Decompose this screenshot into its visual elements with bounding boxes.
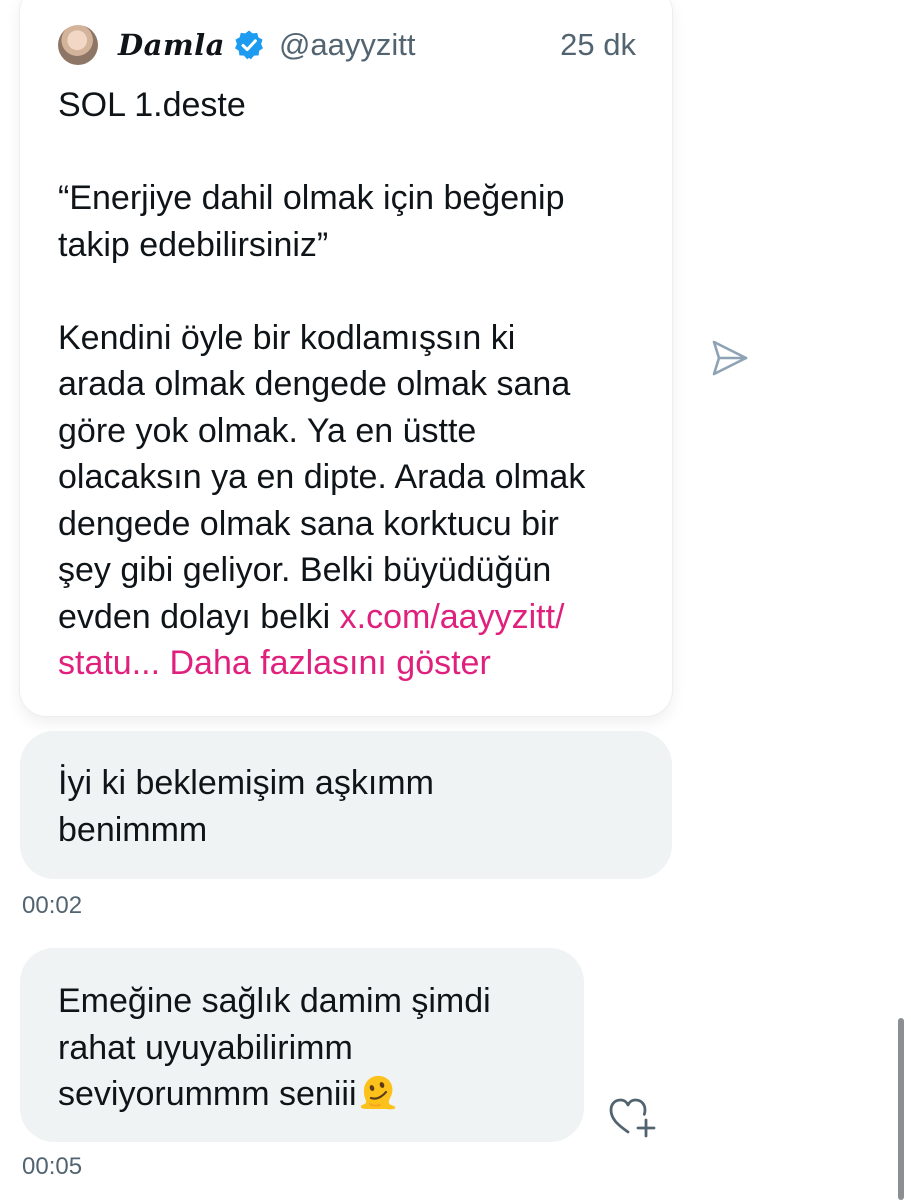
post-line: SOL 1.deste [58, 86, 246, 124]
heart-plus-icon[interactable] [606, 1094, 656, 1140]
author-handle[interactable]: @aayyzitt [279, 27, 416, 63]
message-line: Emeğine sağlık damim şimdi [58, 982, 491, 1020]
post-line-prefix: evden dolayı belki [58, 597, 340, 636]
message-line: rahat uyuyabilirimm [58, 1028, 353, 1067]
melting-face-emoji-icon [358, 1071, 398, 1111]
post-line: olacaksın ya en dipte. Arada olmak [58, 458, 586, 496]
post-text: SOL 1.deste “Enerjiye dahil olmak için b… [58, 82, 636, 687]
author-name[interactable]: 𝑫𝒂𝒎𝒍𝒂 [118, 28, 225, 62]
post-header: 𝑫𝒂𝒎𝒍𝒂 @aayyzitt 25 dk [58, 14, 636, 76]
post-line: göre yok olmak. Ya en üstte [58, 411, 477, 450]
message-timestamp: 00:05 [22, 1153, 83, 1180]
verified-badge-icon [233, 29, 265, 61]
post-line: “Enerjiye dahil olmak için beğenip [58, 179, 565, 217]
post-line: Kendini öyle bir kodlamışsın ki [58, 318, 516, 357]
message-line: İyi ki beklemişim aşkımm [58, 764, 434, 802]
message-line-text: seviyorummm seniii [58, 1075, 357, 1113]
paper-plane-icon[interactable] [708, 336, 752, 380]
message-bubble[interactable]: İyi ki beklemişim aşkımm benimmm [20, 731, 672, 879]
message-timestamp: 00:02 [22, 892, 83, 919]
message-line: seviyorummm seniii [58, 1071, 548, 1118]
post-line-gap [58, 129, 636, 176]
post-line: statu... Daha fazlasını göster [58, 640, 636, 687]
quoted-post-card[interactable]: 𝑫𝒂𝒎𝒍𝒂 @aayyzitt 25 dk SOL 1.deste “Enerj… [20, 0, 672, 716]
message-line: benimmm [58, 810, 208, 849]
post-line: dengede olmak sana korktucu bir [58, 504, 559, 543]
post-line: takip edebilirsiniz” [58, 225, 329, 264]
message-bubble[interactable]: Emeğine sağlık damim şimdi rahat uyuyabi… [20, 948, 584, 1142]
show-more-link[interactable]: statu... Daha fazlasını göster [58, 644, 491, 682]
post-line: şey gibi geliyor. Belki büyüdüğün [58, 551, 552, 589]
post-line: arada olmak dengede olmak sana [58, 365, 571, 403]
post-link[interactable]: x.com/aayyzitt/ [340, 598, 565, 636]
scrollbar-thumb[interactable] [898, 1018, 904, 1200]
post-line: evden dolayı belki x.com/aayyzitt/ [58, 594, 636, 641]
author-avatar[interactable] [58, 25, 98, 65]
post-timestamp: 25 dk [560, 27, 636, 62]
post-line-gap [58, 268, 636, 315]
